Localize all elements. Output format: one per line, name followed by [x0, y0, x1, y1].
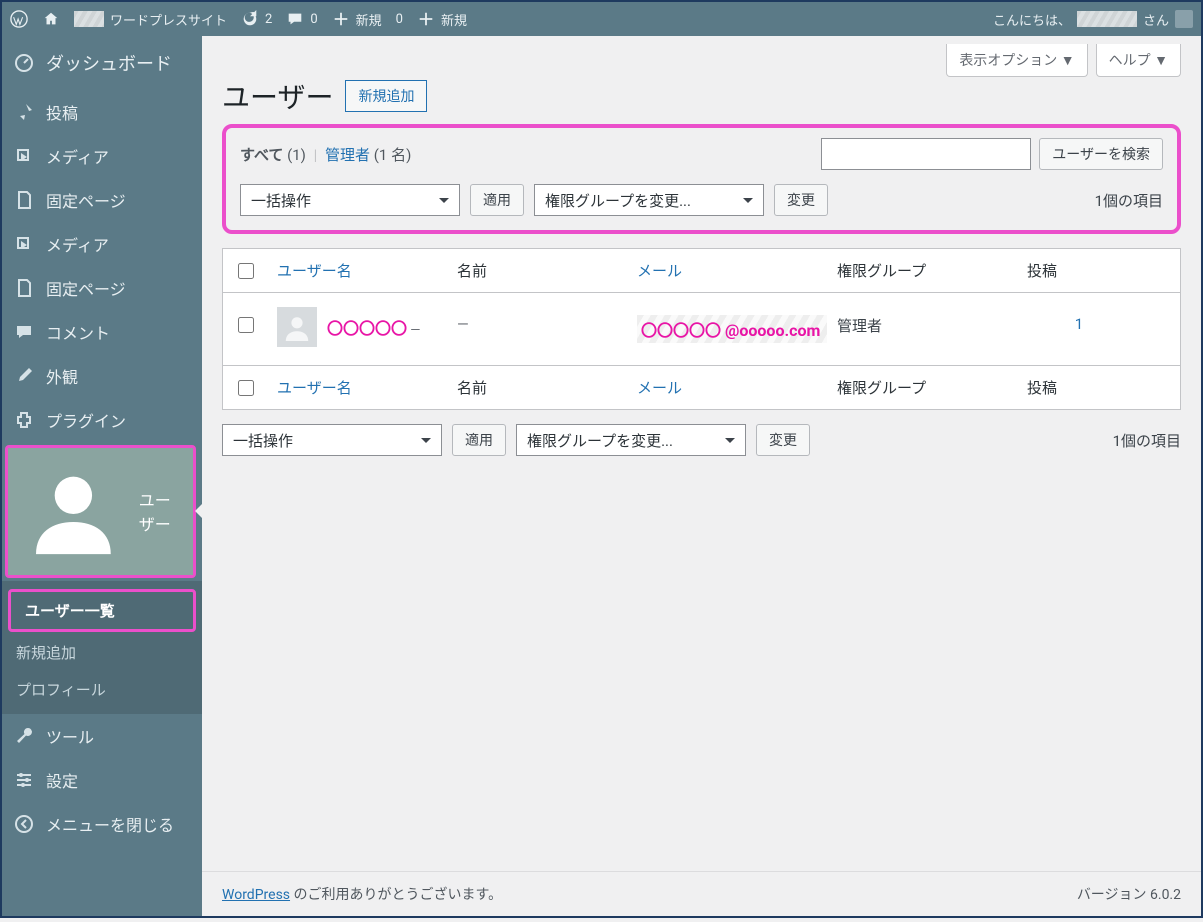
- highlight-box-userlist: ユーザー一覧: [8, 589, 196, 632]
- submenu-profile[interactable]: プロフィール: [2, 671, 202, 708]
- admin-sidebar: ダッシュボード 投稿 メディア 固定ページ メディア 固定ページ: [2, 36, 202, 916]
- col-email-foot[interactable]: メール: [629, 367, 829, 408]
- filter-links: すべて (1) | 管理者 (1 名): [240, 144, 411, 165]
- highlight-box-filters: すべて (1) | 管理者 (1 名) ユーザーを検索 一括操作 適用 権限グル…: [222, 124, 1181, 234]
- add-new-button[interactable]: 新規追加: [345, 80, 427, 112]
- sidebar-item-appearance[interactable]: 外観: [2, 354, 202, 398]
- filter-admin-link[interactable]: 管理者: [325, 146, 370, 164]
- update-icon: [241, 10, 259, 28]
- table-footer: ユーザー名 名前 メール 権限グループ 投稿: [223, 365, 1180, 409]
- apply-button-bottom[interactable]: 適用: [452, 424, 506, 456]
- bulk-action-select-bottom[interactable]: 一括操作: [222, 424, 442, 456]
- updates-count: 2: [265, 12, 272, 27]
- help-button[interactable]: ヘルプ ▼: [1096, 44, 1181, 77]
- sidebar-item-pages1[interactable]: 固定ページ: [2, 178, 202, 222]
- row-username[interactable]: 〇〇〇〇〇: [327, 319, 407, 338]
- site-name-text: ワードプレスサイト: [110, 10, 227, 29]
- admin-bar: ワードプレスサイト 2 0 新規 0 新規 こんにちは、: [2, 2, 1201, 36]
- submenu-user-list[interactable]: ユーザー一覧: [11, 592, 193, 629]
- apply-button-top[interactable]: 適用: [470, 184, 524, 216]
- media-icon: [14, 146, 34, 166]
- updates-link[interactable]: 2: [241, 10, 272, 28]
- users-table: ユーザー名 名前 メール 権限グループ 投稿 〇〇〇〇〇 —: [222, 248, 1181, 410]
- footer-version: バージョン 6.0.2: [1077, 884, 1181, 904]
- table-header: ユーザー名 名前 メール 権限グループ 投稿: [223, 249, 1180, 293]
- row-name: —: [449, 307, 629, 341]
- change-role-select[interactable]: 権限グループを変更...: [534, 184, 764, 216]
- col-username[interactable]: ユーザー名: [269, 250, 449, 291]
- greeting[interactable]: こんにちは、 さん: [993, 10, 1193, 29]
- sidebar-item-plugins[interactable]: プラグイン: [2, 398, 202, 442]
- item-count-bottom: 1個の項目: [1113, 430, 1181, 451]
- row-email[interactable]: 〇〇〇〇〇 @ooooo.com: [629, 307, 829, 351]
- plus-icon: [417, 10, 435, 28]
- select-all-top[interactable]: [238, 263, 254, 279]
- col-username-foot[interactable]: ユーザー名: [269, 367, 449, 408]
- search-input[interactable]: [821, 138, 1031, 170]
- sidebar-item-dashboard[interactable]: ダッシュボード: [2, 36, 202, 90]
- collapse-icon: [14, 814, 34, 834]
- sidebar-item-comments[interactable]: コメント: [2, 310, 202, 354]
- change-button-bottom[interactable]: 変更: [756, 424, 810, 456]
- wp-logo[interactable]: [10, 10, 28, 28]
- filter-all-count: (1): [287, 146, 306, 164]
- plugin-icon: [14, 410, 34, 430]
- screen-options-button[interactable]: 表示オプション ▼: [946, 44, 1087, 77]
- sidebar-item-tools[interactable]: ツール: [2, 714, 202, 758]
- highlight-box-users: ユーザー: [5, 445, 196, 578]
- col-email[interactable]: メール: [629, 250, 829, 291]
- table-row: 〇〇〇〇〇 — — 〇〇〇〇〇 @ooooo.com 管理者 1: [223, 293, 1180, 365]
- page-title: ユーザー: [222, 76, 333, 116]
- sidebar-item-media2[interactable]: メディア: [2, 222, 202, 266]
- select-all-bottom[interactable]: [238, 380, 254, 396]
- content-area: 表示オプション ▼ ヘルプ ▼ ユーザー 新規追加 すべて (1) | 管理者 …: [202, 36, 1201, 916]
- plus-icon: [332, 10, 350, 28]
- filter-admin-count: (1 名): [374, 146, 412, 164]
- sidebar-item-settings[interactable]: 設定: [2, 758, 202, 802]
- admin-footer: WordPress のご利用ありがとうございます。 バージョン 6.0.2: [202, 871, 1201, 916]
- page-icon: [14, 190, 34, 210]
- avatar-icon: [1175, 10, 1193, 28]
- sidebar-item-pages2[interactable]: 固定ページ: [2, 266, 202, 310]
- sliders-icon: [14, 770, 34, 790]
- item-count-top: 1個の項目: [1095, 190, 1163, 211]
- site-name[interactable]: ワードプレスサイト: [74, 10, 227, 29]
- new-content-1[interactable]: 新規: [332, 10, 382, 29]
- change-role-select-bottom[interactable]: 権限グループを変更...: [516, 424, 746, 456]
- dashboard-icon: [14, 53, 34, 73]
- avatar: [277, 307, 317, 347]
- comment-icon: [14, 322, 34, 342]
- comments-count: 0: [310, 12, 317, 27]
- sidebar-item-users[interactable]: ユーザー: [8, 448, 193, 575]
- page-icon: [14, 278, 34, 298]
- row-checkbox[interactable]: [238, 317, 254, 333]
- sidebar-submenu-users: ユーザー一覧 新規追加 プロフィール: [2, 581, 202, 714]
- filter-all-label[interactable]: すべて: [240, 146, 283, 164]
- comments-link[interactable]: 0: [286, 10, 317, 28]
- new-content-2[interactable]: 新規: [417, 10, 467, 29]
- new-count[interactable]: 0: [396, 12, 403, 27]
- home-icon[interactable]: [42, 10, 60, 28]
- submenu-add-new[interactable]: 新規追加: [2, 634, 202, 671]
- brush-icon: [14, 366, 34, 386]
- footer-wp-link[interactable]: WordPress: [222, 887, 290, 903]
- sidebar-collapse[interactable]: メニューを閉じる: [2, 802, 202, 846]
- row-role: 管理者: [829, 307, 1019, 344]
- col-posts: 投稿: [1019, 250, 1139, 291]
- comment-icon: [286, 10, 304, 28]
- col-name: 名前: [449, 250, 629, 291]
- username-redacted: [1077, 11, 1137, 27]
- pin-icon: [14, 102, 34, 122]
- bulk-action-select[interactable]: 一括操作: [240, 184, 460, 216]
- user-icon: [20, 458, 127, 565]
- search-button[interactable]: ユーザーを検索: [1039, 138, 1163, 170]
- sidebar-item-posts[interactable]: 投稿: [2, 90, 202, 134]
- change-button-top[interactable]: 変更: [774, 184, 828, 216]
- wrench-icon: [14, 726, 34, 746]
- row-posts[interactable]: 1: [1019, 307, 1139, 341]
- sidebar-item-media1[interactable]: メディア: [2, 134, 202, 178]
- col-role: 権限グループ: [829, 250, 1019, 291]
- media-icon: [14, 234, 34, 254]
